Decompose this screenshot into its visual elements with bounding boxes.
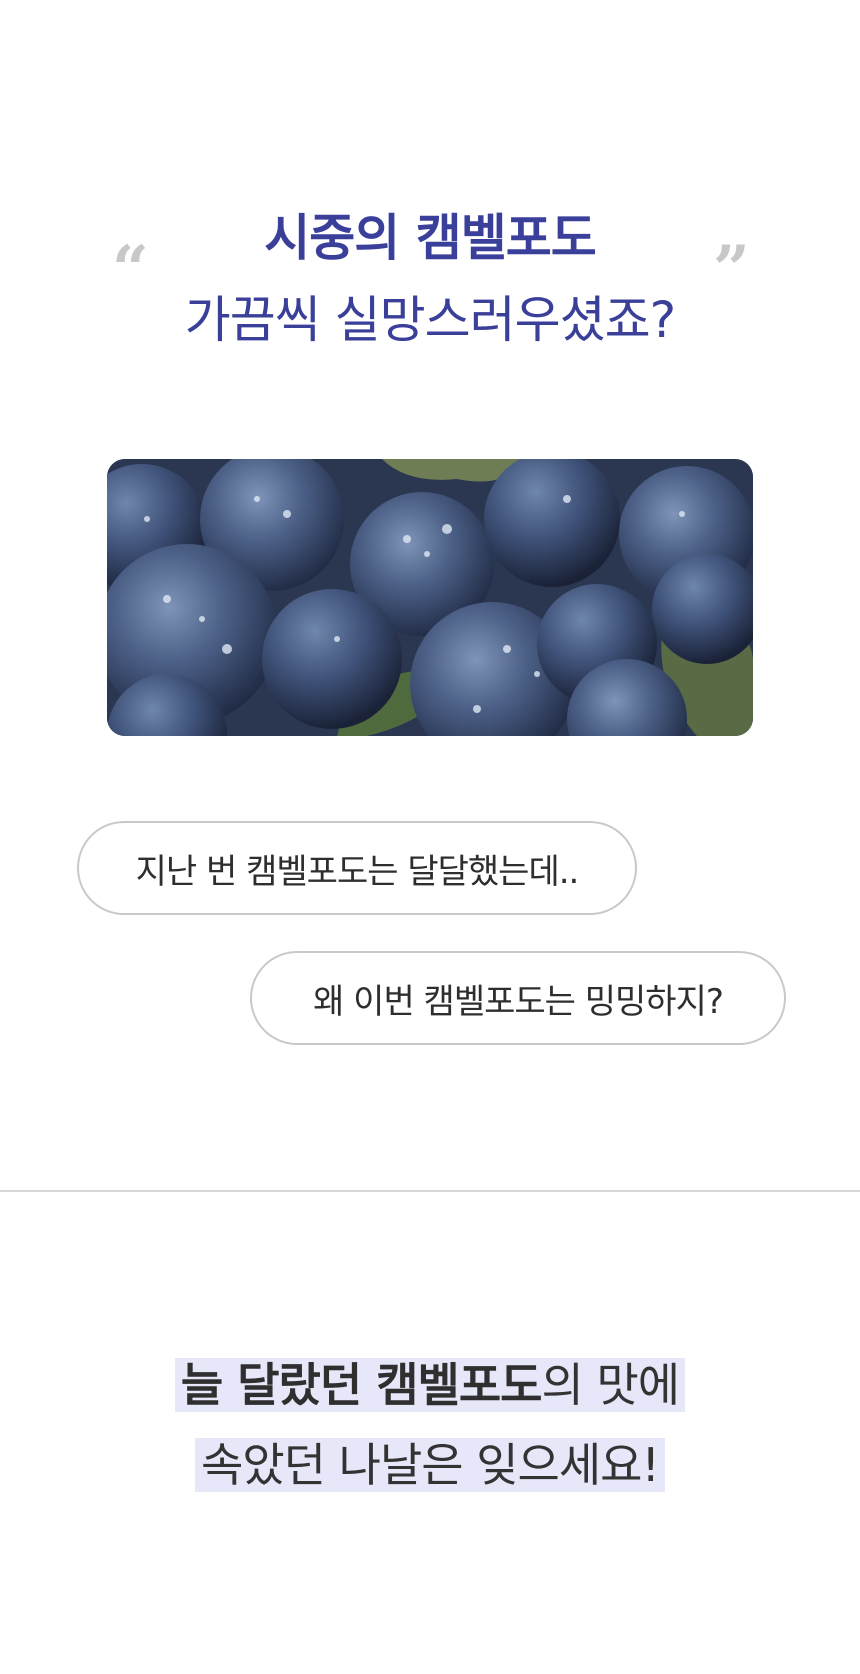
tagline-line1: 늘 달랐던 캠벨포도의 맛에: [0, 1356, 860, 1414]
speech-bubble-bland: 왜 이번 캠벨포도는 밍밍하지?: [250, 951, 786, 1045]
tagline-rest: 의 맛에: [541, 1358, 681, 1412]
tagline-line1-highlight: 늘 달랐던 캠벨포도의 맛에: [174, 1358, 686, 1412]
open-quote-icon: “: [112, 232, 149, 307]
tagline-line2: 속았던 나날은 잊으세요!: [0, 1436, 860, 1494]
section-divider: [0, 1190, 860, 1192]
speech-bubble-sweet: 지난 번 캠벨포도는 달달했는데..: [77, 821, 637, 915]
grapes-photo: [107, 459, 753, 736]
grapes-illustration: [107, 459, 753, 736]
close-quote-icon: ”: [713, 232, 750, 307]
tagline-line2-highlight: 속았던 나날은 잊으세요!: [195, 1438, 665, 1492]
tagline-bold: 늘 달랐던 캠벨포도: [180, 1358, 543, 1412]
